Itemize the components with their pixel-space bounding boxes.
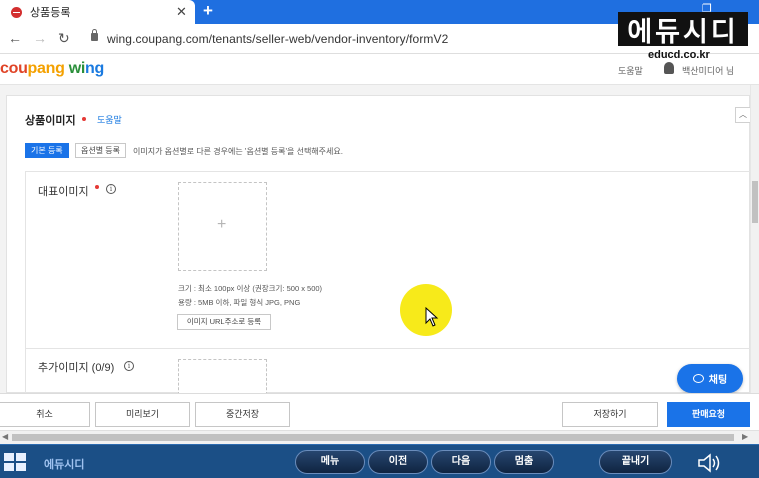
main-image-row: 대표이미지 i + 크기 : 최소 100px 이상 (권장크기: 500 x …: [25, 171, 751, 349]
next-button[interactable]: 다음: [431, 450, 491, 474]
tab-basic-registration[interactable]: 기본 등록: [25, 143, 69, 158]
temp-save-button[interactable]: 중간저장: [195, 402, 290, 427]
coupang-wing-logo[interactable]: coupang wing: [0, 60, 104, 78]
watermark-logo-text: 에듀시디: [627, 16, 739, 47]
main-image-label: 대표이미지: [38, 186, 89, 198]
section-title: 상품이미지: [25, 115, 76, 127]
horizontal-scroll-thumb[interactable]: [12, 434, 734, 441]
player-taskbar: 에듀시디 메뉴 이전 다음 멈춤 끝내기: [0, 444, 759, 478]
size-note: 크기 : 최소 100px 이상 (권장크기: 500 x 500): [178, 284, 323, 293]
bottom-action-bar: 취소 미리보기 중간저장 저장하기 판매요청: [0, 393, 759, 430]
plus-icon: +: [217, 216, 227, 233]
scroll-right-icon[interactable]: ▶: [742, 432, 748, 441]
product-image-panel: 상품이미지 도움말 ︿ 기본 등록 옵션별 등록 이미지가 옵션별로 다른 경우…: [6, 95, 751, 395]
format-note: 용량 : 5MB 이하, 파일 형식 JPG, PNG: [178, 298, 301, 307]
extra-image-label: 추가이미지 (0/9): [38, 362, 115, 374]
option-hint-text: 이미지가 옵션별로 다른 경우에는 '옵션별 등록'을 선택해주세요.: [133, 147, 343, 156]
required-dot-icon: [82, 117, 86, 121]
tab-title: 상품등록: [30, 7, 71, 19]
horizontal-scrollbar[interactable]: ◀ ▶: [0, 430, 759, 444]
url-text[interactable]: wing.coupang.com/tenants/seller-web/vend…: [107, 32, 448, 46]
cancel-button[interactable]: 취소: [0, 402, 90, 427]
windows-logo-icon[interactable]: [4, 453, 26, 471]
app-header: coupang wing 도움말 백산미디어 님: [0, 54, 759, 85]
notification-bell-icon[interactable]: [664, 62, 674, 74]
prev-button[interactable]: 이전: [368, 450, 428, 474]
exit-button[interactable]: 끝내기: [599, 450, 672, 474]
chat-label: 채팅: [708, 375, 728, 386]
reload-icon[interactable]: ↻: [58, 30, 70, 47]
tab-option-registration[interactable]: 옵션별 등록: [75, 143, 127, 158]
back-arrow-icon[interactable]: ←: [8, 30, 22, 46]
collapse-button[interactable]: ︿: [735, 107, 751, 123]
info-icon[interactable]: i: [106, 184, 116, 194]
educd-watermark-logo: 에듀시디: [618, 12, 748, 47]
save-button[interactable]: 저장하기: [562, 402, 658, 427]
header-user-name[interactable]: 백산미디어 님: [682, 64, 734, 77]
taskbar-app-title: 에듀시디: [44, 459, 85, 471]
menu-button[interactable]: 메뉴: [295, 450, 365, 474]
vertical-scroll-thumb[interactable]: [752, 181, 758, 223]
tab-close-icon[interactable]: ✕: [176, 4, 187, 20]
lock-icon: [91, 29, 98, 41]
register-by-url-button[interactable]: 이미지 URL주소로 등록: [177, 314, 271, 330]
screen: 상품등록 ✕ + ❐ ← → ↻ wing.coupang.com/tenant…: [0, 0, 759, 478]
header-help-link[interactable]: 도움말: [618, 64, 643, 77]
extra-image-row: 추가이미지 (0/9) i: [25, 349, 751, 395]
main-content: 상품이미지 도움말 ︿ 기본 등록 옵션별 등록 이미지가 옵션별로 다른 경우…: [0, 85, 751, 395]
speaker-icon[interactable]: [697, 453, 723, 473]
chat-button[interactable]: 채팅: [677, 364, 743, 393]
help-link[interactable]: 도움말: [97, 113, 122, 126]
main-image-dropzone[interactable]: +: [178, 182, 267, 271]
preview-button[interactable]: 미리보기: [95, 402, 190, 427]
extra-image-dropzone[interactable]: [178, 359, 267, 395]
info-icon[interactable]: i: [124, 361, 134, 371]
watermark-site: educd.co.kr: [648, 49, 710, 61]
browser-tab[interactable]: 상품등록 ✕: [0, 0, 195, 24]
new-tab-button[interactable]: +: [203, 1, 213, 21]
scroll-left-icon[interactable]: ◀: [2, 432, 8, 441]
tab-favicon-icon: [11, 6, 22, 18]
vertical-scrollbar[interactable]: [750, 85, 759, 430]
mouse-cursor-icon: [425, 307, 439, 327]
stop-button[interactable]: 멈춤: [494, 450, 554, 474]
submit-sale-button[interactable]: 판매요청: [667, 402, 750, 427]
chat-bubble-icon: [692, 374, 704, 383]
forward-arrow-icon[interactable]: →: [33, 30, 47, 46]
required-dot-icon: [95, 185, 99, 189]
